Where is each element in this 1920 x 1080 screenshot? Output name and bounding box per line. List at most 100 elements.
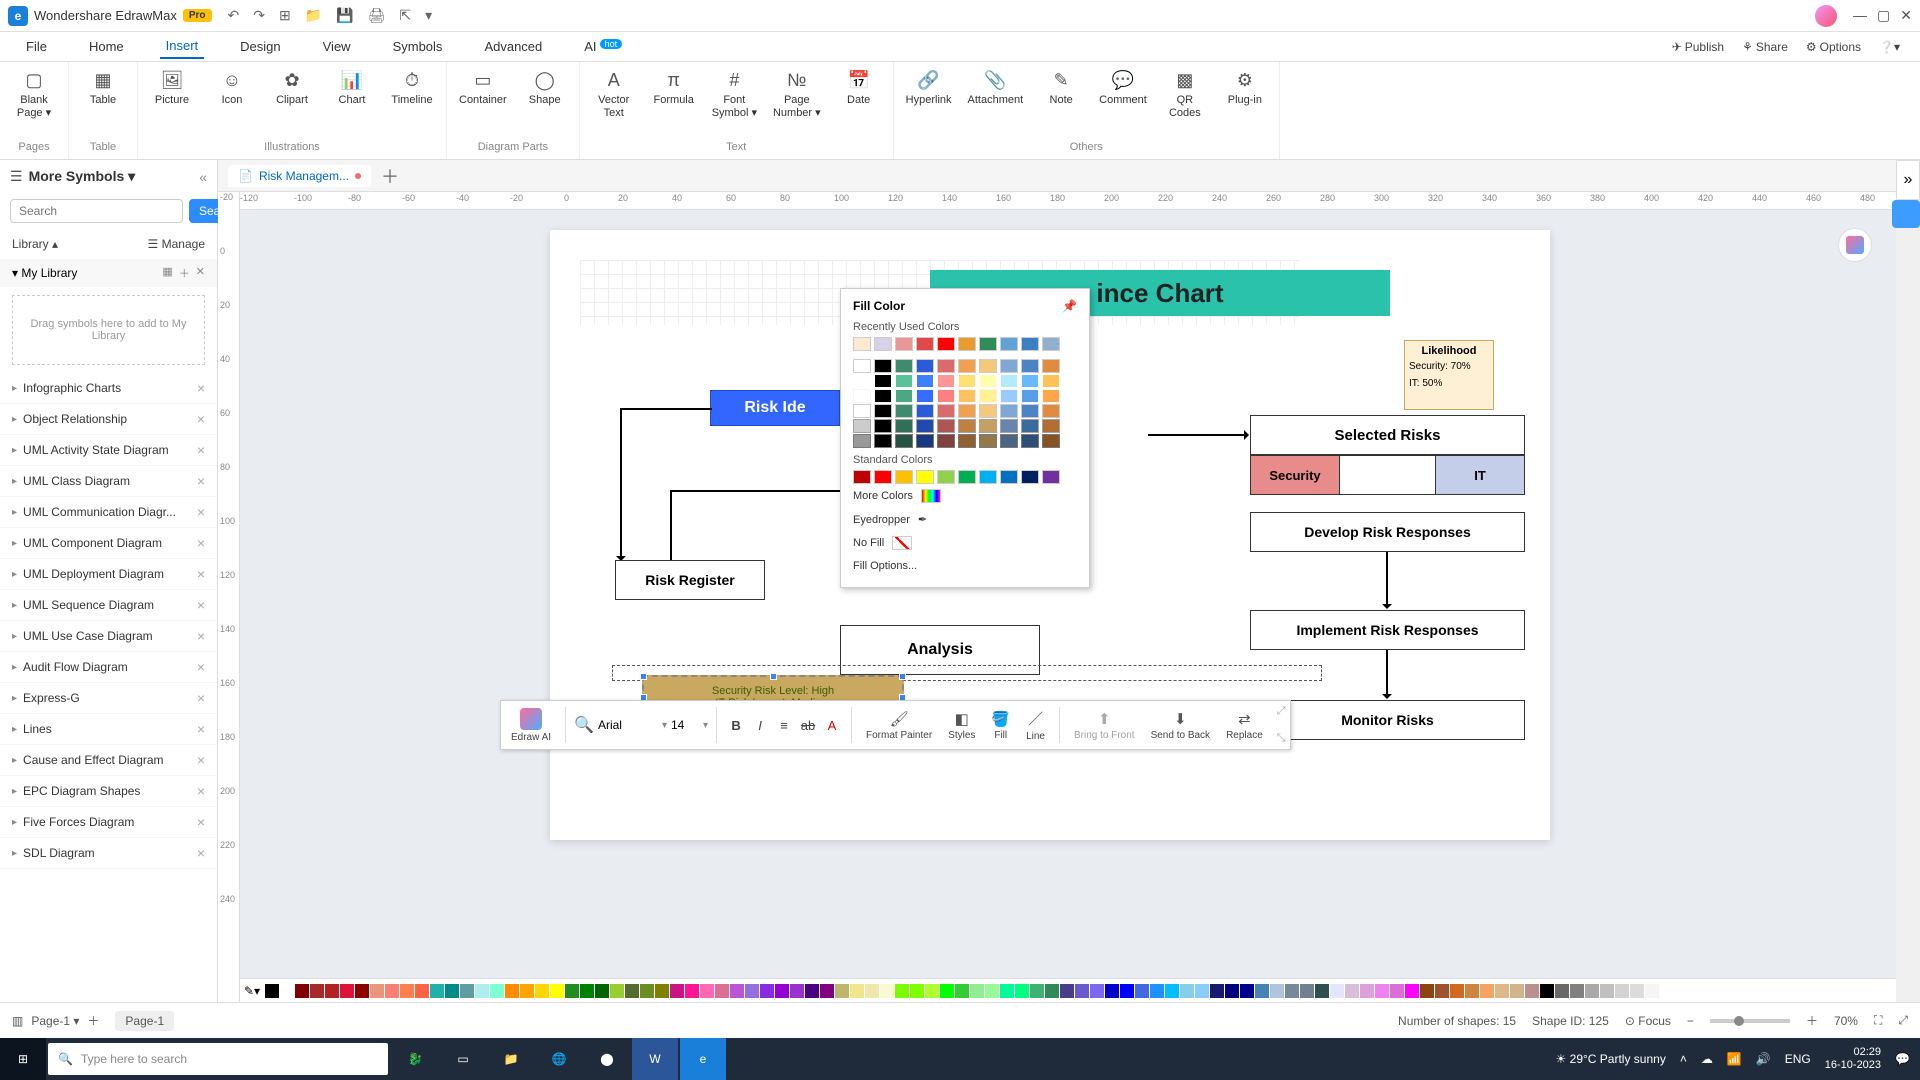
ribbon-shape[interactable]: ◯Shape [523,68,567,107]
category-express-g[interactable]: ▸Express-G× [0,683,217,714]
ribbon-clipart[interactable]: ✿Clipart [270,68,314,107]
category-cause-and-effect-diagram[interactable]: ▸Cause and Effect Diagram× [0,745,217,776]
color-swatch[interactable] [1042,434,1060,448]
print-icon[interactable]: 🖨 [368,7,386,24]
selected-risks-box[interactable]: Selected Risks [1250,415,1525,455]
palette-swatch[interactable] [415,984,429,998]
color-swatch[interactable] [937,419,955,433]
strike-button[interactable]: ab [797,714,819,736]
color-swatch[interactable] [958,434,976,448]
page-selector[interactable]: Page-1 ▾ [31,1014,79,1028]
ribbon-blank-page-[interactable]: ▢BlankPage ▾ [12,68,56,120]
palette-swatch[interactable] [430,984,444,998]
tray-clock[interactable]: 02:29 16-10-2023 [1825,1046,1881,1072]
color-swatch[interactable] [1000,470,1018,484]
color-swatch[interactable] [874,359,892,373]
palette-swatch[interactable] [1285,984,1299,998]
color-swatch[interactable] [1042,337,1060,351]
color-swatch[interactable] [916,374,934,388]
color-swatch[interactable] [958,404,976,418]
palette-swatch[interactable] [1555,984,1569,998]
palette-swatch[interactable] [1375,984,1389,998]
color-swatch[interactable] [895,404,913,418]
security-cell[interactable]: Security [1250,455,1340,495]
mylib-grid-icon[interactable]: ▦ [162,265,172,281]
palette-swatch[interactable] [715,984,729,998]
palette-swatch[interactable] [1210,984,1224,998]
color-swatch[interactable] [895,374,913,388]
taskbar-edrawmax-icon[interactable]: e [680,1038,726,1080]
menu-file[interactable]: File [20,35,53,58]
risk-identification-box[interactable]: Risk Ide [710,390,840,426]
palette-swatch[interactable] [265,984,279,998]
color-swatch[interactable] [874,337,892,351]
fullscreen-icon[interactable]: ⤢ [1898,1013,1908,1028]
palette-swatch[interactable] [1300,984,1314,998]
palette-swatch[interactable] [400,984,414,998]
color-swatch[interactable] [979,359,997,373]
windows-start-button[interactable]: ⊞ [0,1038,46,1080]
color-swatch[interactable] [1000,419,1018,433]
category-uml-communication-diagr-[interactable]: ▸UML Communication Diagr...× [0,497,217,528]
palette-swatch[interactable] [1270,984,1284,998]
palette-swatch[interactable] [865,984,879,998]
color-swatch[interactable] [874,419,892,433]
color-swatch[interactable] [958,359,976,373]
category-close-icon[interactable]: × [197,845,205,861]
category-close-icon[interactable]: × [197,783,205,799]
palette-swatch[interactable] [595,984,609,998]
palette-swatch[interactable] [1120,984,1134,998]
publish-button[interactable]: ✈ Publish [1672,40,1724,54]
palette-swatch[interactable] [1525,984,1539,998]
color-swatch[interactable] [1000,337,1018,351]
color-swatch[interactable] [937,359,955,373]
palette-swatch[interactable] [535,984,549,998]
color-swatch[interactable] [1000,359,1018,373]
palette-swatch[interactable] [445,984,459,998]
styles-button[interactable]: ◧Styles [942,708,981,743]
category-close-icon[interactable]: × [197,690,205,706]
color-swatch[interactable] [979,337,997,351]
expand-toolbar-icon[interactable]: ⤢ [1277,705,1286,718]
color-swatch[interactable] [1042,470,1060,484]
options-button[interactable]: ⚙ Options [1806,40,1861,54]
line-button[interactable]: ／Line [1020,706,1051,744]
category-close-icon[interactable]: × [197,752,205,768]
palette-swatch[interactable] [1540,984,1554,998]
font-search-icon[interactable]: 🔍 [574,715,594,735]
font-size-select[interactable] [671,718,699,732]
category-close-icon[interactable]: × [197,566,205,582]
color-swatch[interactable] [958,389,976,403]
font-color-button[interactable]: A [821,714,843,736]
color-swatch[interactable] [1021,337,1039,351]
color-swatch[interactable] [916,470,934,484]
maximize-icon[interactable]: ▢ [1877,7,1890,24]
category-close-icon[interactable]: × [197,721,205,737]
palette-swatch[interactable] [310,984,324,998]
zoom-slider[interactable] [1710,1019,1790,1023]
palette-swatch[interactable] [760,984,774,998]
page-list-icon[interactable]: ▥ [12,1014,23,1028]
palette-swatch[interactable] [325,984,339,998]
category-close-icon[interactable]: × [197,504,205,520]
color-swatch[interactable] [853,389,871,403]
category-close-icon[interactable]: × [197,535,205,551]
right-panel-toggle[interactable]: » [1896,160,1920,200]
palette-swatch[interactable] [385,984,399,998]
focus-toggle[interactable]: ⊙ Focus [1625,1014,1671,1028]
palette-swatch[interactable] [550,984,564,998]
palette-swatch[interactable] [370,984,384,998]
color-swatch[interactable] [937,434,955,448]
color-swatch[interactable] [979,470,997,484]
palette-swatch[interactable] [880,984,894,998]
palette-swatch[interactable] [1330,984,1344,998]
color-swatch[interactable] [1021,434,1039,448]
fill-button[interactable]: 🪣Fill [985,708,1016,743]
ribbon-attachment[interactable]: 📎Attachment [968,68,1024,107]
palette-swatch[interactable] [1195,984,1209,998]
menu-insert[interactable]: Insert [160,34,205,59]
color-swatch[interactable] [874,434,892,448]
palette-swatch[interactable] [1135,984,1149,998]
more-colors-option[interactable]: More Colors [853,484,1077,508]
tray-onedrive-icon[interactable]: ☁ [1701,1052,1713,1066]
